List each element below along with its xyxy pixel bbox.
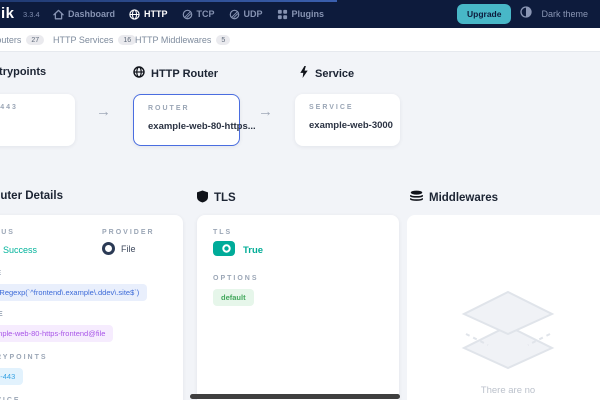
traefik-dashboard: ik 3.3.4 Dashboard HTTP TCP UDP Plugins — [0, 0, 600, 400]
dark-theme-label: Dark theme — [541, 9, 588, 19]
tab-http-routers[interactable]: HTTP Routers 27 — [0, 28, 45, 52]
section-title-text: Router Details — [0, 190, 63, 202]
status-text: Success — [3, 245, 38, 255]
options-badge: default — [213, 289, 254, 306]
name-label: NAME — [0, 311, 5, 318]
entity-tabbar: HTTP Routers 27 HTTP Services 16 HTTP Mi… — [0, 28, 600, 52]
tab-label: HTTP Middlewares — [135, 35, 212, 45]
tab-http-middlewares[interactable]: HTTP Middlewares 5 — [135, 28, 231, 52]
home-icon — [53, 9, 64, 20]
section-title-text: Service — [315, 67, 355, 80]
router-card: ROUTER example-web-80-https... — [133, 94, 256, 146]
service-section-title: Service — [299, 66, 354, 81]
tls-label: TLS — [213, 229, 233, 236]
file-provider-icon — [102, 242, 115, 255]
router-card-value: example-web-80-https... — [148, 121, 256, 132]
tab-label: HTTP Services — [53, 35, 114, 45]
tls-value: True — [213, 241, 383, 259]
version-label: 3.3.4 — [23, 10, 40, 19]
circle-slash-icon — [229, 9, 240, 20]
nav-item-udp[interactable]: UDP — [229, 9, 263, 20]
router-details-title: Router Details — [0, 190, 63, 202]
nav-item-dashboard[interactable]: Dashboard — [53, 9, 115, 20]
plugins-icon — [277, 9, 288, 20]
rule-badge: HostRegexp(`^frontend\.example\.ddev\.si… — [0, 284, 148, 301]
tab-count-badge: 16 — [118, 35, 137, 45]
nav-item-tcp[interactable]: TCP — [182, 9, 215, 20]
http-router-section-title: HTTP Router — [133, 66, 218, 81]
nav-label: UDP — [243, 9, 263, 19]
toggle-on-icon — [213, 241, 235, 259]
nav-label: Dashboard — [68, 9, 116, 19]
empty-layers-icon — [458, 290, 558, 375]
options-label: OPTIONS — [213, 275, 259, 282]
tls-card: TLS True OPTIONS default — [197, 215, 399, 400]
router-details-card: STATUS Success PROVIDER File RULE HostRe… — [0, 215, 183, 400]
middlewares-card: There are no Middlewares configured — [407, 215, 600, 400]
entrypoint-badge: https-443 — [0, 368, 24, 385]
rule-label: RULE — [0, 270, 167, 277]
section-title-text: Middlewares — [429, 191, 499, 204]
tab-label: HTTP Routers — [0, 35, 22, 45]
entrypoint-card-label: HTTPS-443 — [0, 104, 18, 111]
tab-http-services[interactable]: HTTP Services 16 — [53, 28, 137, 52]
top-navbar: ik 3.3.4 Dashboard HTTP TCP UDP Plugins — [0, 0, 600, 28]
middlewares-empty-text: There are no Middlewares configured — [458, 383, 558, 400]
empty-text-line1: There are no — [480, 385, 536, 396]
horizontal-scrollbar-thumb[interactable] — [190, 394, 400, 399]
layers-icon — [409, 190, 424, 205]
navbar-right: Upgrade Dark theme — [456, 0, 588, 28]
main-nav: Dashboard HTTP TCP UDP Plugins — [53, 0, 324, 28]
status-label: STATUS — [0, 229, 15, 236]
tab-count-badge: 27 — [26, 35, 45, 45]
flow-arrow-icon: → — [258, 103, 273, 120]
middlewares-title: Middlewares — [409, 190, 499, 205]
status-value: Success — [0, 242, 102, 258]
nav-item-http[interactable]: HTTP — [129, 8, 168, 20]
section-title-text: TLS — [214, 192, 236, 204]
router-name-badge: example-web-80-https-frontend@file — [0, 325, 114, 342]
nav-label: HTTP — [144, 9, 168, 19]
entrypoint-card-value: :443 — [0, 120, 61, 131]
tls-title: TLS — [197, 190, 236, 206]
nav-label: TCP — [196, 9, 215, 19]
entrypoint-card: HTTPS-443 :443 — [0, 94, 75, 146]
flow-arrow-icon: → — [96, 103, 111, 120]
entrypoints-label: ENTRYPOINTS — [0, 354, 48, 361]
contrast-icon[interactable] — [520, 5, 533, 23]
traefik-logo: ik — [1, 5, 15, 22]
section-title-text: Entrypoints — [0, 66, 47, 78]
service-card-value: example-web-3000 — [309, 120, 393, 131]
router-card-label: ROUTER — [148, 105, 190, 112]
bolt-icon — [299, 66, 309, 81]
circle-slash-icon — [182, 9, 193, 20]
upgrade-button[interactable]: Upgrade — [456, 4, 512, 24]
entrypoints-section-title: Entrypoints — [0, 66, 46, 78]
tls-true-text: True — [243, 244, 264, 256]
service-card: SERVICE example-web-3000 — [295, 94, 400, 146]
nav-label: Plugins — [291, 9, 325, 19]
dark-theme-toggle[interactable]: Dark theme — [541, 9, 588, 19]
globe-icon — [129, 8, 140, 20]
provider-label: PROVIDER — [102, 229, 155, 236]
tab-count-badge: 5 — [216, 35, 231, 45]
section-title-text: HTTP Router — [151, 67, 219, 80]
nav-item-plugins[interactable]: Plugins — [277, 9, 325, 20]
service-card-label: SERVICE — [309, 104, 354, 111]
provider-value: File — [102, 242, 155, 255]
globe-icon — [133, 66, 145, 81]
shield-icon — [197, 190, 208, 206]
provider-text: File — [121, 243, 136, 254]
